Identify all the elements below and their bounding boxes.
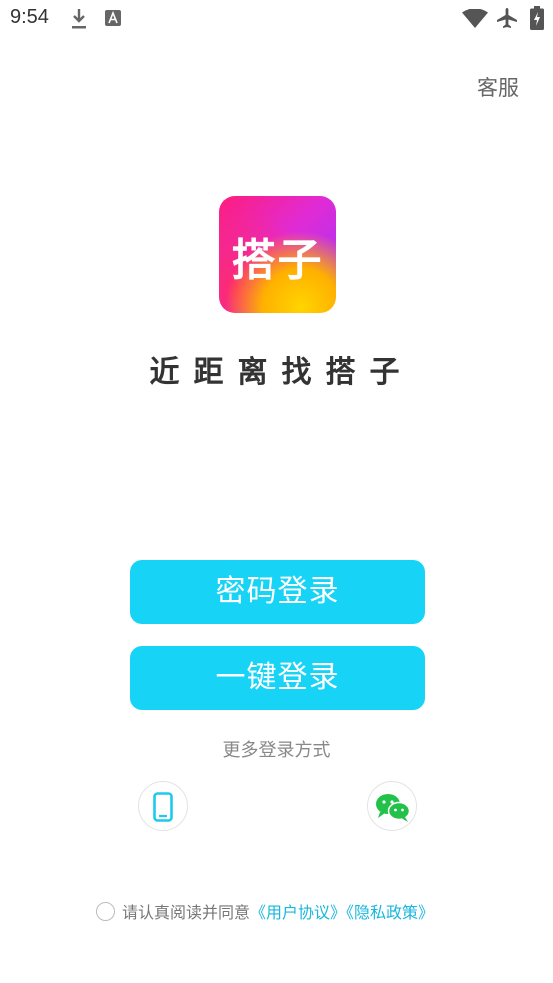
user-agreement-link[interactable]: 《用户协议》: [250, 903, 346, 922]
privacy-policy-link[interactable]: 《隐私政策》: [346, 903, 434, 922]
wechat-login-button[interactable]: [367, 781, 417, 831]
password-login-button[interactable]: 密码登录: [130, 560, 425, 624]
battery-charging-icon: [530, 6, 544, 30]
wifi-icon: [462, 9, 488, 28]
wechat-icon: [376, 794, 411, 822]
airplane-mode-icon: [497, 8, 517, 28]
agreement-row: 请认真阅读并同意《用户协议》《隐私政策》: [96, 899, 434, 923]
one-key-login-button[interactable]: 一键登录: [130, 646, 425, 710]
more-login-methods-label: 更多登录方式: [222, 740, 331, 761]
app-slogan: 近距离找搭子: [149, 355, 414, 390]
agreement-checkbox[interactable]: [96, 901, 115, 921]
customer-service-link[interactable]: 客服: [477, 72, 519, 102]
status-bar: 9:54: [0, 0, 553, 38]
status-time: 9:54: [10, 6, 49, 28]
download-icon: [72, 9, 86, 29]
phone-icon: [153, 792, 173, 822]
phone-login-button[interactable]: [138, 781, 188, 831]
app-logo-text: 搭子: [231, 235, 324, 286]
font-icon: [105, 10, 121, 26]
app-logo: 搭子: [219, 196, 336, 313]
agreement-text: 请认真阅读并同意: [122, 903, 251, 922]
